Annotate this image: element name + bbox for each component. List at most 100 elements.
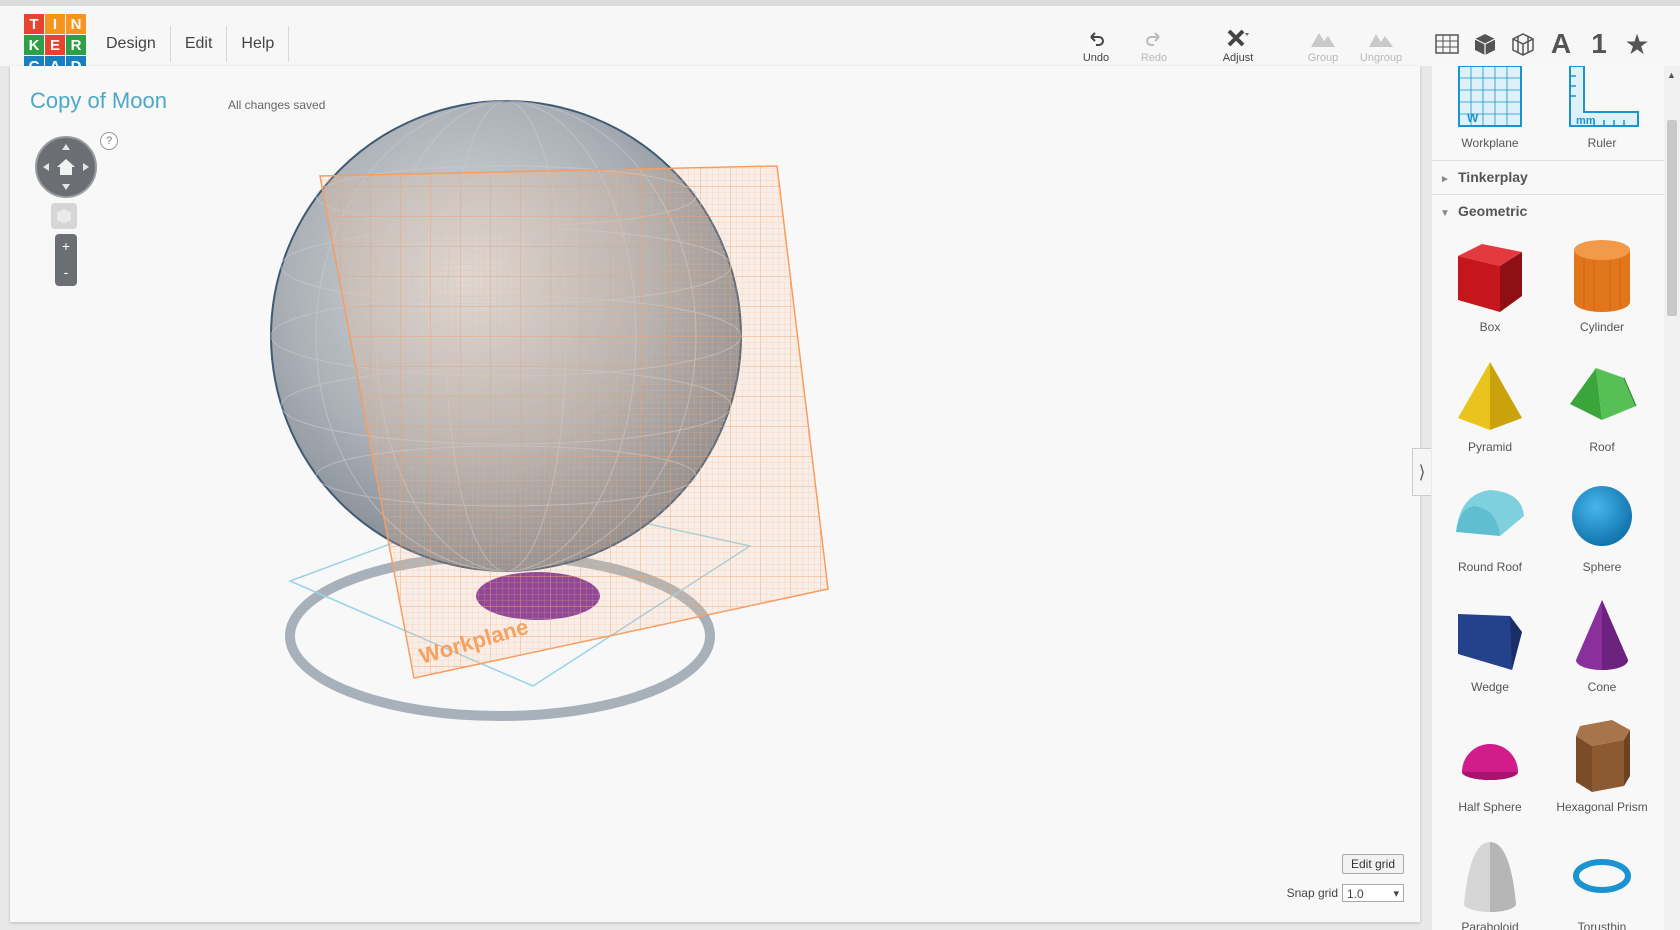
scrollbar-thumb[interactable]	[1667, 120, 1677, 316]
section-geometric[interactable]: ▼ Geometric	[1432, 194, 1664, 226]
roof-shape-icon	[1570, 368, 1637, 420]
group-label: Group	[1307, 52, 1339, 64]
undo-button[interactable]: Undo	[1066, 26, 1126, 64]
zoom-in-button[interactable]: +	[55, 234, 77, 260]
shape-label: Hexagonal Prism	[1556, 800, 1648, 814]
box-shape-icon	[1458, 244, 1522, 312]
sidebar-collapse-button[interactable]: ⟩	[1412, 448, 1431, 496]
scene-3d[interactable]: Workplane	[10, 66, 1420, 922]
pyramid-shape-icon	[1458, 362, 1522, 430]
adjust-icon	[1227, 29, 1249, 47]
shape-hexagonal-prism[interactable]: Hexagonal Prism	[1547, 716, 1657, 814]
chevron-right-icon: ⟩	[1418, 461, 1426, 482]
redo-label: Redo	[1140, 52, 1168, 64]
snap-grid-control: Snap grid 1.0	[1286, 884, 1404, 903]
group-button[interactable]: Group	[1293, 26, 1353, 64]
wedge-shape-icon	[1458, 614, 1522, 670]
workplane-tint	[320, 166, 828, 678]
workplane-tool-label: Workplane	[1461, 136, 1519, 150]
group-icon	[1311, 33, 1335, 47]
shape-sphere[interactable]: Sphere	[1547, 476, 1657, 574]
undo-label: Undo	[1082, 52, 1110, 64]
sidebar-scrollbar[interactable]: ▲	[1664, 66, 1680, 930]
menu-help[interactable]: Help	[227, 26, 290, 62]
view-navigation-control[interactable]	[35, 136, 97, 198]
home-view-icon[interactable]	[37, 138, 95, 196]
shape-label: Pyramid	[1467, 440, 1512, 454]
shape-pyramid[interactable]: Pyramid	[1435, 356, 1545, 454]
view-toolbar: A 1 ★	[1428, 24, 1656, 64]
ruler-tool-icon: mm	[1569, 66, 1639, 127]
workplane-tool[interactable]: W Workplane	[1435, 66, 1545, 150]
shape-cone[interactable]: Cone	[1547, 596, 1657, 694]
svg-text:W: W	[1467, 111, 1479, 125]
logo-letter: R	[66, 35, 86, 55]
shape-label: Torusthin	[1577, 920, 1627, 930]
ungroup-button[interactable]: Ungroup	[1351, 26, 1411, 64]
shapes-sidebar: W Workplane mm Ruler ► Tinkerplay ▼ Geomet…	[1432, 66, 1664, 930]
shape-label: Cylinder	[1579, 320, 1624, 334]
svg-text:mm: mm	[1576, 115, 1596, 127]
logo-letter: I	[45, 14, 65, 34]
chevron-down-icon: ▼	[1440, 208, 1450, 219]
shape-label: Cone	[1587, 680, 1617, 694]
scroll-up-icon[interactable]: ▲	[1667, 70, 1676, 80]
shape-roof[interactable]: Roof	[1547, 356, 1657, 454]
ungroup-icon	[1369, 34, 1393, 47]
shape-label: Box	[1479, 320, 1501, 334]
logo-letter: N	[66, 14, 86, 34]
logo-letter: K	[24, 35, 44, 55]
shape-round-roof[interactable]: Round Roof	[1435, 476, 1545, 574]
sphere-shape-icon	[1572, 486, 1632, 546]
zoom-control: + -	[55, 234, 77, 286]
undo-icon	[1090, 32, 1104, 46]
shape-label: Half Sphere	[1458, 800, 1522, 814]
section-title: Geometric	[1458, 203, 1528, 219]
adjust-label: Adjust	[1222, 52, 1254, 64]
number-tool-icon[interactable]: 1	[1580, 24, 1618, 64]
cube-icon	[57, 209, 71, 224]
hexagonal-prism-shape-icon	[1576, 720, 1630, 792]
main-menu: Design Edit Help	[92, 26, 290, 62]
grid-view-icon[interactable]	[1428, 24, 1466, 64]
shape-cylinder[interactable]: Cylinder	[1547, 236, 1657, 334]
shape-half-sphere[interactable]: Half Sphere	[1435, 716, 1545, 814]
view-cube-button[interactable]	[51, 203, 77, 229]
redo-icon	[1146, 32, 1160, 46]
shape-box[interactable]: Box	[1435, 236, 1545, 334]
zoom-out-button[interactable]: -	[55, 260, 77, 286]
chevron-right-icon: ►	[1440, 174, 1450, 185]
cylinder-shape-icon	[1574, 240, 1630, 312]
shape-label: Round Roof	[1457, 560, 1523, 574]
shape-wedge[interactable]: Wedge	[1435, 596, 1545, 694]
text-tool-icon[interactable]: A	[1542, 24, 1580, 64]
section-tinkerplay[interactable]: ► Tinkerplay	[1432, 160, 1664, 192]
redo-button[interactable]: Redo	[1124, 26, 1184, 64]
snap-grid-select[interactable]: 1.0	[1342, 884, 1404, 903]
navigation-help-icon[interactable]: ?	[100, 132, 118, 150]
torusthin-shape-icon	[1573, 859, 1631, 893]
paraboloid-shape-icon	[1464, 842, 1516, 912]
shape-label: Paraboloid	[1461, 920, 1519, 930]
wireframe-cube-icon[interactable]	[1504, 24, 1542, 64]
shape-torusthin[interactable]: Torusthin	[1547, 836, 1657, 930]
adjust-button[interactable]: Adjust	[1208, 26, 1268, 64]
ruler-tool-label: Ruler	[1587, 136, 1617, 150]
menu-design[interactable]: Design	[92, 26, 171, 62]
top-bar: T I N K E R C A D Design Edit Help Undo …	[0, 0, 1680, 76]
menu-edit[interactable]: Edit	[171, 26, 228, 62]
logo-letter: T	[24, 14, 44, 34]
shape-paraboloid[interactable]: Paraboloid	[1435, 836, 1545, 930]
solid-cube-icon[interactable]	[1466, 24, 1504, 64]
edit-grid-button[interactable]: Edit grid	[1341, 854, 1404, 874]
snap-grid-label: Snap grid	[1286, 886, 1338, 900]
half-sphere-shape-icon	[1462, 744, 1518, 780]
favorites-star-icon[interactable]: ★	[1618, 24, 1656, 64]
logo-letter: E	[45, 35, 65, 55]
ruler-tool[interactable]: mm Ruler	[1547, 66, 1657, 150]
round-roof-shape-icon	[1456, 490, 1524, 536]
shape-label: Roof	[1589, 440, 1615, 454]
design-workspace[interactable]: Copy of Moon All changes saved Workplane…	[10, 66, 1420, 922]
shape-label: Sphere	[1582, 560, 1622, 574]
cone-shape-icon	[1576, 600, 1628, 670]
